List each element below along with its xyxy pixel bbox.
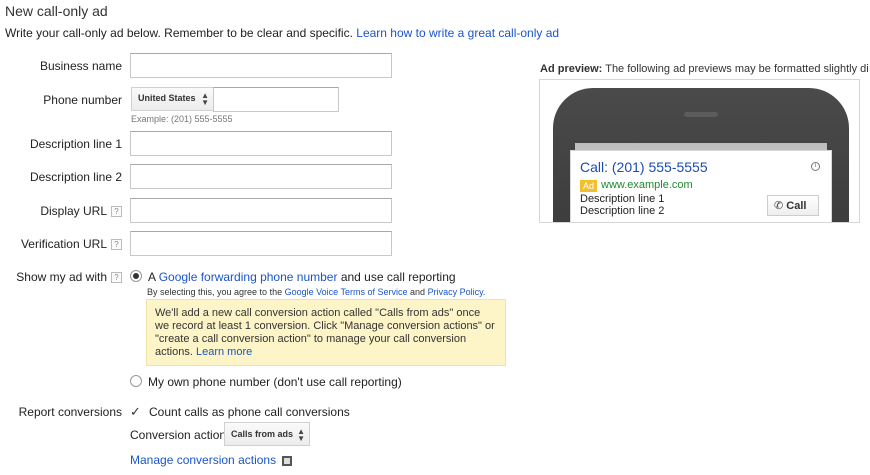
help-icon[interactable]: ? (111, 272, 122, 284)
terms-agreement: By selecting this, you agree to the Goog… (147, 287, 485, 297)
subtitle-text: Write your call-only ad below. Remember … (5, 26, 353, 40)
conversion-notice: We'll add a new call conversion action c… (146, 299, 506, 366)
report-conversions-label: Report conversions (18, 405, 122, 419)
learn-ad-link[interactable]: Learn how to write a great call-only ad (356, 26, 559, 40)
agree-and: and (410, 287, 426, 297)
business-name-label: Business name (39, 59, 122, 73)
option1-prefix: A (148, 270, 156, 284)
manage-conversions-link[interactable]: Manage conversion actions (130, 453, 276, 467)
country-select[interactable]: United States ▲ ▼ (131, 87, 214, 111)
conversion-action-label: Conversion action (130, 428, 227, 442)
radio-google-forwarding[interactable] (130, 270, 142, 282)
checkbox-icon[interactable]: ✓ (130, 404, 141, 420)
phone-number-input[interactable] (213, 87, 339, 112)
ad-desc-line1: Description line 1 (580, 193, 665, 205)
help-icon[interactable]: ? (111, 206, 122, 218)
agree-prefix: By selecting this, you agree to the (147, 287, 283, 297)
manage-conversions: Manage conversion actions (130, 453, 293, 467)
display-url-input[interactable] (130, 198, 392, 223)
conversion-action-value: Calls from ads (231, 429, 294, 439)
help-icon[interactable]: ? (111, 239, 122, 251)
business-name-input[interactable] (130, 53, 392, 78)
option-google-forwarding: A Google forwarding phone number and use… (148, 270, 456, 284)
info-icon: i (811, 162, 820, 171)
privacy-policy-link[interactable]: Privacy Policy. (428, 287, 486, 297)
verification-url-text: Verification URL (20, 237, 107, 251)
select-arrows-icon: ▲ ▼ (201, 91, 209, 107)
select-arrows-icon: ▲ ▼ (297, 427, 305, 443)
radio-own-number[interactable] (130, 375, 142, 387)
description2-label: Description line 2 (29, 170, 122, 184)
phone-speaker (684, 112, 718, 117)
page-subtitle: Write your call-only ad below. Remember … (5, 26, 559, 40)
call-button-label: Call (786, 200, 807, 212)
description1-label: Description line 1 (29, 137, 122, 151)
description2-input[interactable] (130, 164, 392, 189)
ad-url: www.example.com (601, 179, 693, 191)
ad-badge: Ad (580, 180, 598, 192)
conversion-action-select[interactable]: Calls from ads ▲ ▼ (224, 422, 310, 446)
show-ad-text: Show my ad with (16, 270, 107, 284)
ad-desc-line2: Description line 2 (580, 205, 665, 217)
ad-preview: Call: (201) 555-5555 i Ad www.example.co… (539, 79, 860, 223)
learn-more-link[interactable]: Learn more (196, 346, 252, 358)
ad-card: Call: (201) 555-5555 i Ad www.example.co… (570, 150, 832, 222)
ad-description: Description line 1 Description line 2 (580, 193, 664, 217)
call-button: ✆ Call (767, 195, 819, 216)
verification-url-input[interactable] (130, 231, 392, 256)
country-value: United States (138, 93, 196, 103)
phone-example: Example: (201) 555-5555 (131, 114, 233, 124)
ad-headline: Call: (201) 555-5555 (580, 159, 708, 175)
preview-title-bold: Ad preview: (540, 63, 603, 75)
external-link-icon[interactable] (282, 455, 293, 466)
voice-terms-link[interactable]: Google Voice Terms of Service (285, 287, 408, 297)
preview-title-rest: The following ad previews may be formatt… (605, 63, 869, 75)
phone-icon: ✆ (774, 200, 784, 212)
option-own-number: My own phone number (don't use call repo… (148, 375, 402, 389)
google-forwarding-link[interactable]: Google forwarding phone number (159, 270, 338, 284)
page-title: New call-only ad (5, 3, 108, 19)
count-calls-label: Count calls as phone call conversions (149, 405, 350, 419)
display-url-label: Display URL? (40, 204, 122, 218)
phone-number-label: Phone number (43, 93, 122, 107)
description1-input[interactable] (130, 131, 392, 156)
preview-title: Ad preview: The following ad previews ma… (540, 63, 869, 75)
show-ad-label: Show my ad with? (16, 270, 122, 284)
verification-url-label: Verification URL? (21, 237, 122, 251)
display-url-text: Display URL (40, 204, 107, 218)
option1-suffix: and use call reporting (340, 270, 456, 284)
